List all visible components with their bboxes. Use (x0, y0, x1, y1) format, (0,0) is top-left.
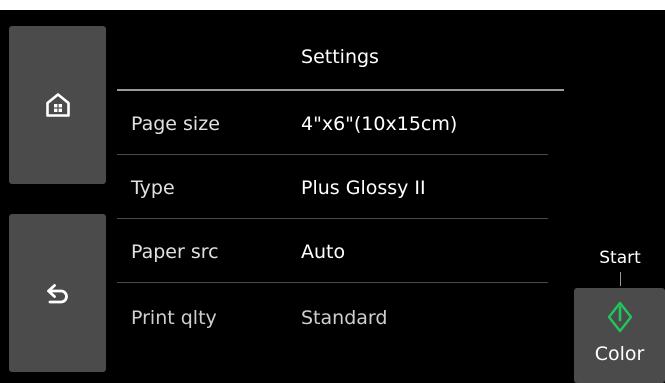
setting-label: Print qlty (131, 307, 217, 329)
page-title: Settings (301, 46, 379, 68)
settings-list: Page size 4"x6"(10x15cm) Type Plus Gloss… (117, 91, 564, 383)
home-button[interactable] (9, 26, 106, 184)
setting-value: 4"x6"(10x15cm) (301, 113, 458, 135)
setting-value: Plus Glossy II (301, 177, 426, 199)
setting-label: Page size (131, 113, 220, 135)
setting-value: Auto (301, 241, 346, 263)
back-button[interactable] (9, 214, 106, 372)
color-button-label: Color (594, 343, 645, 365)
setting-label: Type (131, 177, 175, 199)
color-start-button[interactable]: Color (574, 288, 665, 383)
setting-row-print-qlty[interactable]: Print qlty Standard (117, 283, 564, 347)
setting-row-type[interactable]: Type Plus Glossy II (117, 155, 564, 219)
start-connector (620, 272, 621, 286)
home-icon (45, 93, 70, 117)
printer-screen: Settings Page size 4"x6"(10x15cm) Type P… (0, 10, 665, 383)
setting-row-page-size[interactable]: Page size 4"x6"(10x15cm) (117, 91, 564, 155)
setting-value: Standard (301, 307, 388, 329)
back-icon (45, 282, 71, 304)
start-label: Start (599, 248, 641, 268)
setting-label: Paper src (131, 241, 219, 263)
setting-row-paper-src[interactable]: Paper src Auto (117, 219, 564, 283)
